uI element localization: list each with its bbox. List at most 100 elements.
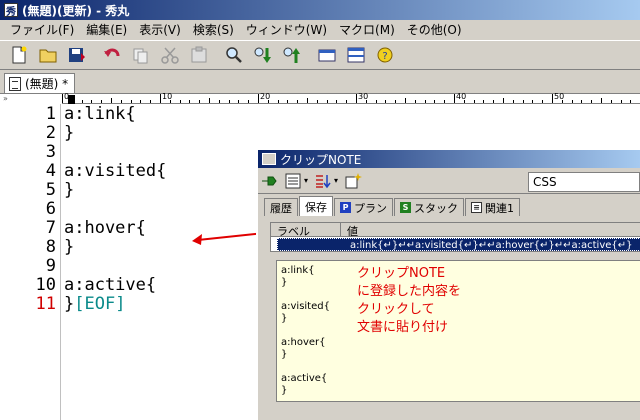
ruler-minor-tick: [512, 100, 514, 103]
ruler-minor-tick: [463, 100, 465, 103]
clipnote-window[interactable]: クリップNOTE ▾ ▾ CSS 履歴 保存 P プラン S スタック ≡ 関連…: [256, 148, 640, 420]
help-button[interactable]: ?: [372, 43, 398, 67]
title-bar[interactable]: 秀 (無題)(更新) - 秀丸: [0, 0, 640, 20]
line-number: 9: [45, 256, 56, 276]
undo-button[interactable]: [99, 43, 125, 67]
paste-icon: [191, 46, 207, 63]
new-clip-button[interactable]: [344, 171, 363, 191]
callout-line: クリックして: [357, 302, 435, 317]
line-content: }: [64, 294, 75, 314]
preview-line: a:visited{: [281, 301, 330, 312]
line-number: 11: [35, 294, 56, 314]
list-view-button[interactable]: ▾: [284, 171, 308, 191]
editor-line[interactable]: 2}: [0, 124, 640, 143]
ruler-minor-tick: [218, 100, 220, 103]
copy-button[interactable]: [128, 43, 154, 67]
save-icon: [69, 48, 85, 62]
ruler-minor-tick: [610, 100, 612, 103]
dropdown-arrow-icon: ▾: [334, 176, 339, 185]
undo-icon: [104, 48, 120, 57]
search-down-icon: [254, 47, 271, 63]
clipnote-title: クリップNOTE: [280, 152, 362, 167]
paste-button[interactable]: [186, 43, 212, 67]
document-tab[interactable]: (無題) *: [4, 73, 76, 93]
folder-icon: [39, 49, 57, 63]
clipnote-button[interactable]: [314, 43, 340, 67]
tab-history[interactable]: 履歴: [264, 198, 298, 216]
ruler-minor-tick: [414, 100, 416, 103]
annotation-callout: クリップNOTE に登録した内容を クリックして 文書に貼り付け: [357, 265, 461, 337]
search-down-button[interactable]: [250, 43, 276, 67]
clip-search-input[interactable]: CSS: [528, 172, 640, 192]
tab-stack[interactable]: S スタック: [394, 198, 464, 216]
pin-icon: [262, 176, 277, 185]
ruler-minor-tick: [395, 100, 397, 103]
menu-search[interactable]: 検索(S): [187, 21, 240, 39]
hidemaru-app-icon[interactable]: 秀: [4, 3, 18, 18]
line-content: }: [64, 180, 75, 200]
menu-macro[interactable]: マクロ(M): [333, 21, 401, 39]
ruler-major-tick: [258, 94, 259, 103]
line-number: 3: [45, 142, 56, 162]
toolbar: ?: [0, 40, 640, 70]
clipnote-title-bar[interactable]: クリップNOTE: [258, 150, 640, 168]
column-value-header[interactable]: 値: [341, 223, 358, 238]
ruler-minor-tick: [483, 100, 485, 103]
tab-plan[interactable]: P プラン: [334, 198, 393, 216]
plan-icon: P: [340, 202, 351, 213]
list-view-icon: [285, 173, 301, 188]
new-file-button[interactable]: [6, 43, 32, 67]
ruler-minor-tick: [199, 100, 201, 103]
ruler-minor-tick: [601, 98, 602, 103]
preview-line: }: [281, 313, 288, 324]
ruler-minor-tick: [385, 100, 387, 103]
search-up-button[interactable]: [279, 43, 305, 67]
line-number: 2: [45, 123, 56, 143]
cut-button[interactable]: [157, 43, 183, 67]
menu-file[interactable]: ファイル(F): [4, 21, 80, 39]
menu-view[interactable]: 表示(V): [133, 21, 187, 39]
line-text: }: [64, 238, 74, 257]
ruler-minor-tick: [91, 100, 93, 103]
column-ruler: 0 10 20 30 40 50: [62, 92, 640, 104]
preview-line: a:active{: [281, 373, 328, 384]
ruler-minor-tick: [532, 100, 534, 103]
ruler-minor-tick: [267, 100, 269, 103]
open-file-button[interactable]: [35, 43, 61, 67]
ruler-minor-tick: [248, 100, 250, 103]
clip-preview-pane[interactable]: a:link{} a:visited{} a:hover{} a:active{} ク…: [276, 260, 640, 402]
ruler-minor-tick: [561, 100, 563, 103]
search-button[interactable]: [221, 43, 247, 67]
svg-text:?: ?: [382, 51, 387, 62]
save-button[interactable]: [64, 43, 90, 67]
split-window-icon: [347, 47, 365, 63]
tab-saved[interactable]: 保存: [299, 196, 333, 216]
split-window-button[interactable]: [343, 43, 369, 67]
column-label-header[interactable]: ラベル: [271, 223, 341, 238]
clipnote-tabs: 履歴 保存 P プラン S スタック ≡ 関連1: [258, 196, 640, 216]
clipnote-window-icon: [262, 153, 276, 165]
ruler-minor-tick: [101, 100, 103, 103]
stack-icon: S: [400, 202, 411, 213]
ruler-minor-tick: [571, 100, 573, 103]
line-content: a:hover{: [64, 218, 146, 238]
ruler-row: » 0 10 20 30 40 50: [0, 92, 640, 104]
clip-list-header: ラベル 値: [271, 223, 640, 238]
ruler-minor-tick: [297, 100, 299, 103]
pin-button[interactable]: [260, 171, 278, 191]
editor-line[interactable]: 1 a:link{: [0, 105, 640, 124]
tab-related1[interactable]: ≡ 関連1: [465, 198, 520, 216]
preview-line: }: [281, 349, 288, 360]
menu-window[interactable]: ウィンドウ(W): [240, 21, 333, 39]
ruler-minor-tick: [307, 98, 308, 103]
menu-edit[interactable]: 編集(E): [80, 21, 133, 39]
clip-list[interactable]: ラベル 値 a:link{↵}↵↵a:visited{↵}↵↵a:hover{↵…: [270, 222, 640, 252]
ruler-minor-tick: [81, 100, 83, 103]
callout-line: クリップNOTE: [357, 266, 446, 281]
ruler-minor-tick: [111, 98, 112, 103]
sort-button[interactable]: ▾: [314, 171, 338, 191]
clip-list-item[interactable]: a:link{↵}↵↵a:visited{↵}↵↵a:hover{↵}↵↵a:a…: [277, 238, 640, 251]
ruler-minor-tick: [630, 100, 632, 103]
preview-line: a:hover{: [281, 337, 326, 348]
menu-other[interactable]: その他(O): [401, 21, 468, 39]
